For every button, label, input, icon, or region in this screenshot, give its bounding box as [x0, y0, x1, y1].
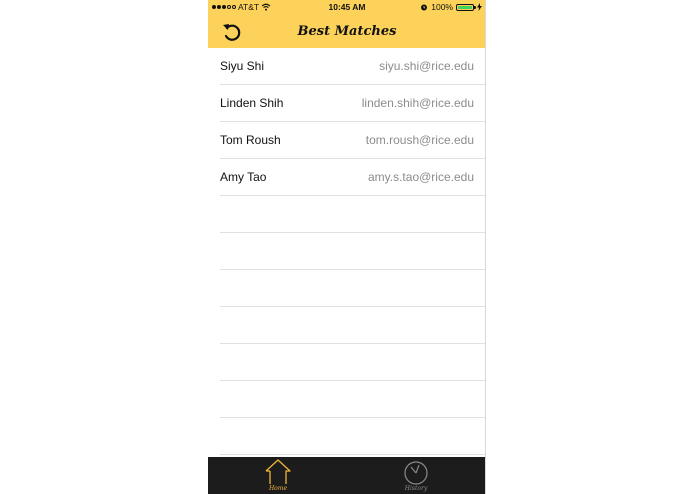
empty-row: [220, 418, 485, 455]
match-email: siyu.shi@rice.edu: [379, 59, 474, 73]
match-email: tom.roush@rice.edu: [365, 133, 474, 147]
tab-home[interactable]: Home: [248, 457, 308, 494]
charging-bolt-icon: [477, 3, 482, 11]
navigation-bar: Best Matches: [208, 15, 485, 48]
tab-history[interactable]: History: [386, 457, 446, 494]
status-right: 100%: [420, 2, 482, 12]
tab-home-label: Home: [268, 485, 288, 492]
list-item[interactable]: Siyu Shi siyu.shi@rice.edu: [220, 48, 485, 85]
page-title: Best Matches: [297, 24, 397, 39]
empty-row: [220, 233, 485, 270]
battery-icon: [456, 3, 476, 11]
home-icon: [265, 459, 291, 484]
phone-screen: AT&T 10:45 AM 100% Best Matches Siyu Shi…: [208, 0, 486, 494]
empty-row: [220, 196, 485, 233]
match-name: Linden Shih: [220, 96, 284, 110]
list-item[interactable]: Amy Tao amy.s.tao@rice.edu: [220, 159, 485, 196]
empty-row: [220, 381, 485, 418]
history-icon: [404, 461, 428, 485]
match-email: amy.s.tao@rice.edu: [367, 170, 474, 184]
empty-row: [220, 270, 485, 307]
match-name: Amy Tao: [220, 170, 267, 184]
tab-history-label: History: [404, 485, 428, 492]
tab-bar: Home History: [208, 457, 485, 494]
alarm-clock-icon: [421, 4, 428, 11]
match-email: linden.shih@rice.edu: [361, 96, 474, 110]
empty-row: [220, 344, 485, 381]
status-bar: AT&T 10:45 AM 100%: [208, 0, 485, 15]
list-item[interactable]: Linden Shih linden.shih@rice.edu: [220, 85, 485, 122]
match-name: Tom Roush: [220, 133, 281, 147]
empty-row: [220, 307, 485, 344]
list-item[interactable]: Tom Roush tom.roush@rice.edu: [220, 122, 485, 159]
battery-percent: 100%: [431, 2, 453, 12]
matches-list[interactable]: Siyu Shi siyu.shi@rice.edu Linden Shih l…: [220, 48, 485, 455]
match-name: Siyu Shi: [220, 59, 265, 73]
